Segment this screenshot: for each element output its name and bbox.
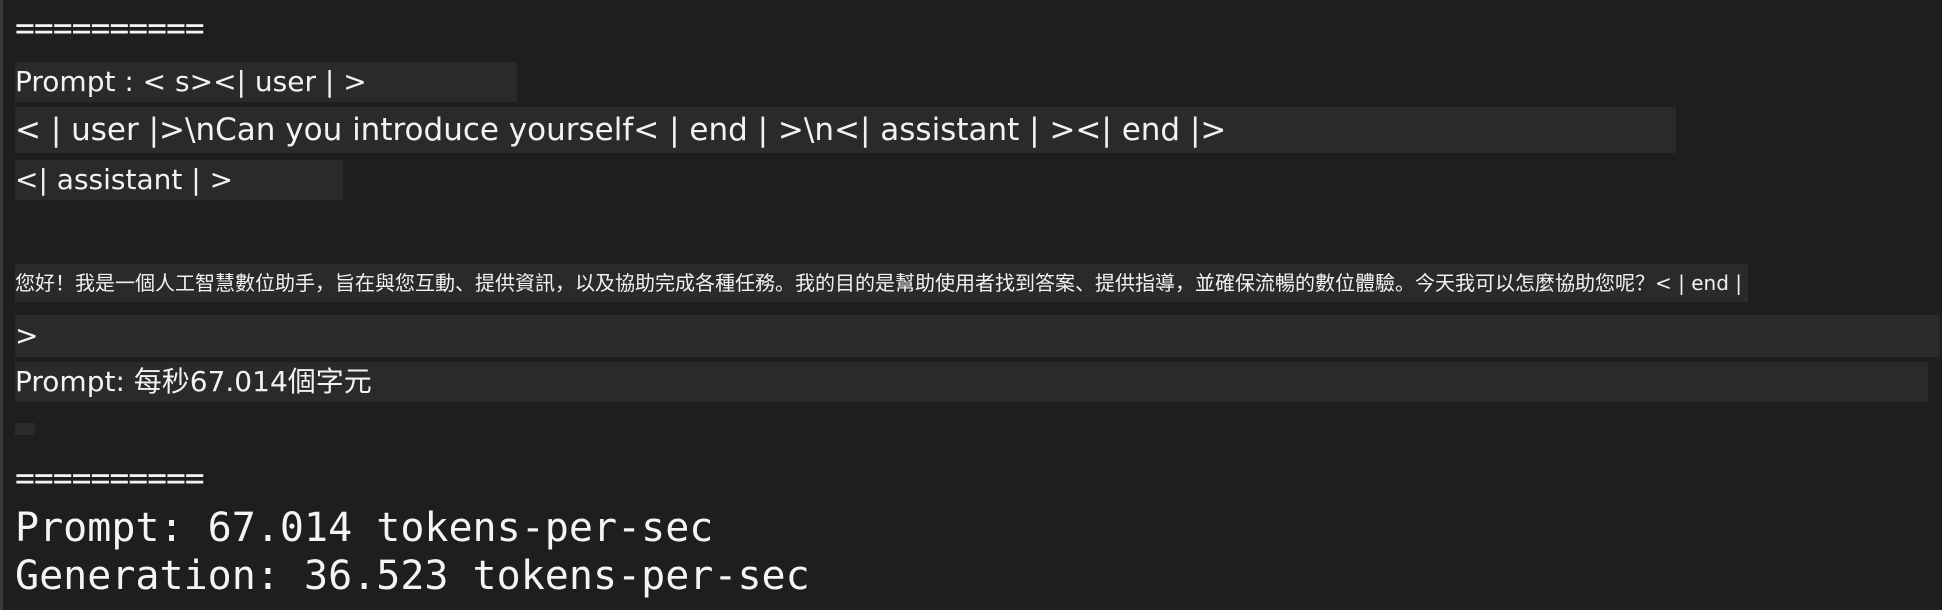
separator-bottom: ========== [15, 458, 205, 497]
assistant-response: 您好！我是一個人工智慧數位助手，旨在與您互動、提供資訊，以及協助完成各種任務。我… [15, 264, 1748, 302]
separator-top: ========== [15, 8, 205, 47]
generation-rate-stat: Generation: 36.523 tokens-per-sec [15, 553, 810, 599]
response-continuation: > [15, 315, 1940, 357]
terminal-window[interactable]: ========== Prompt : < s><| user | > < | … [0, 0, 1942, 610]
user-message: < | user |>\nCan you introduce yourself<… [15, 107, 1677, 153]
assistant-tag: <| assistant | > [15, 160, 344, 200]
cursor-artifact [15, 423, 35, 435]
prompt-header: Prompt : < s><| user | > [15, 62, 517, 102]
prompt-rate-stat: Prompt: 67.014 tokens-per-sec [15, 505, 714, 551]
prompt-rate-translated: Prompt: 每秒67.014個字元 [15, 362, 1928, 402]
